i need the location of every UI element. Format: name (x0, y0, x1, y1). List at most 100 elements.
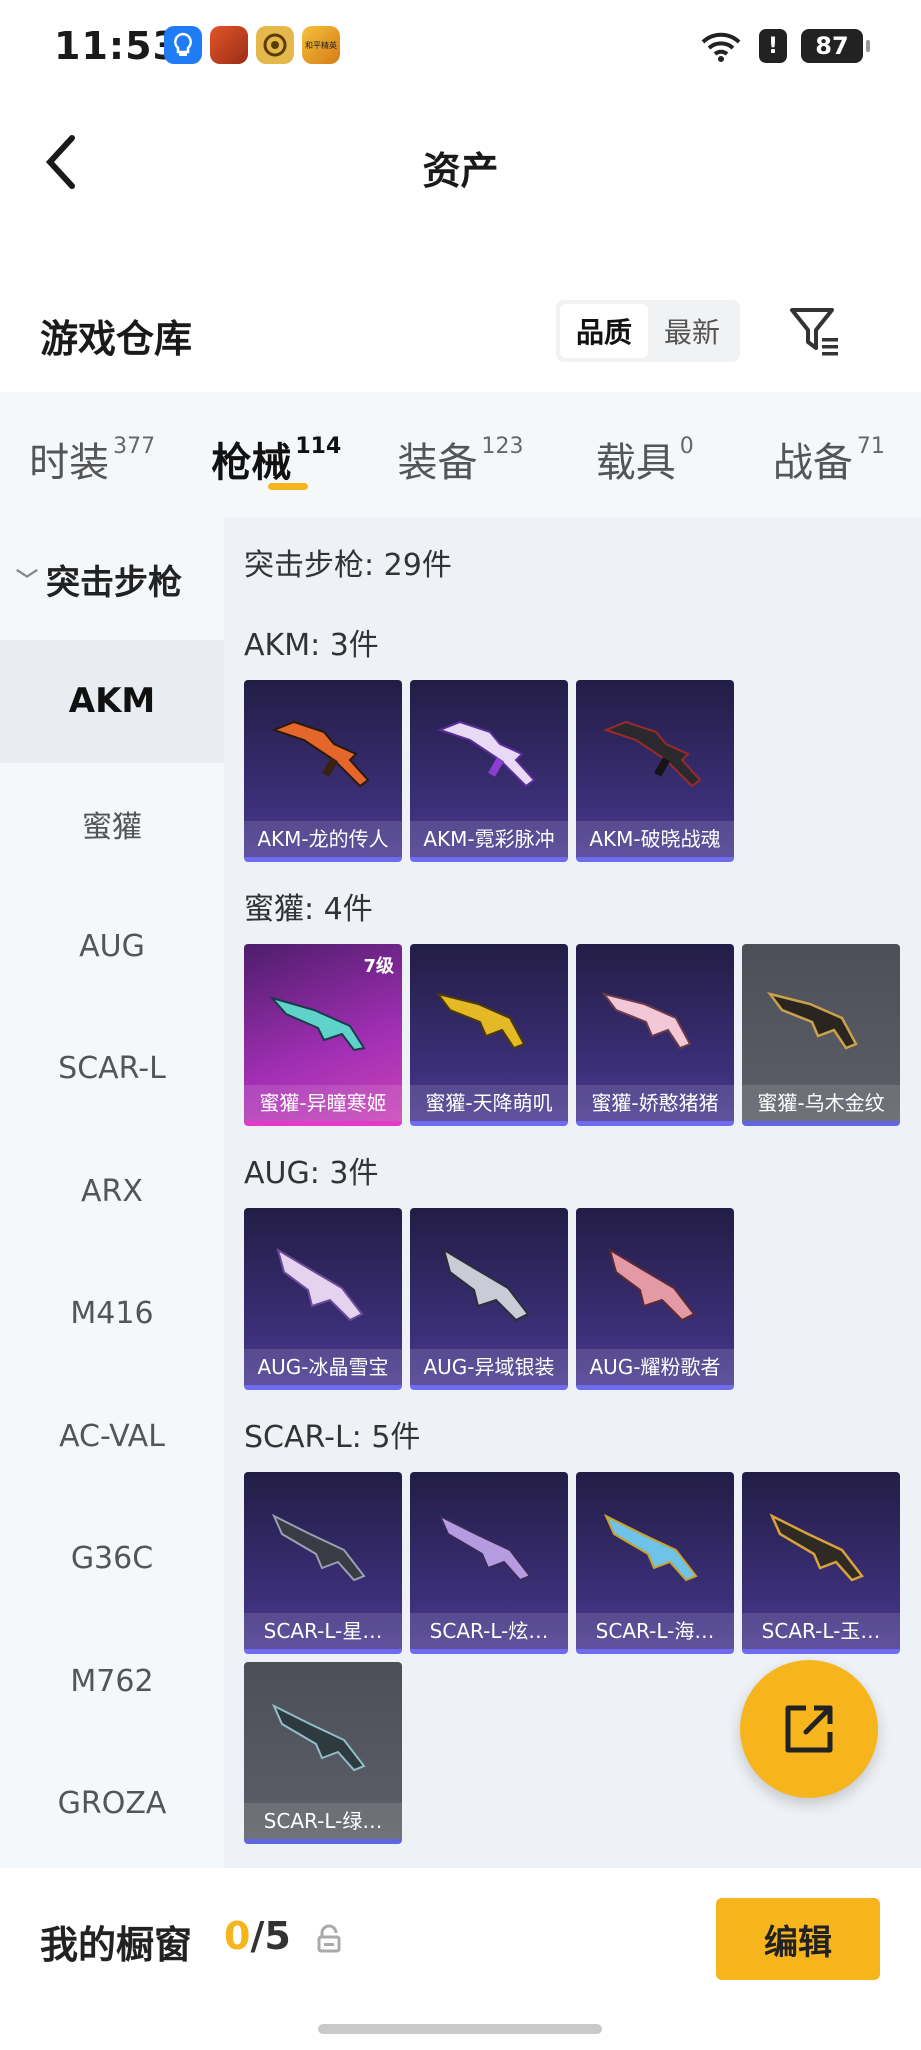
skin-name: SCAR-L-星… (244, 1613, 402, 1649)
share-icon (785, 1705, 833, 1753)
rifle-icon (271, 1513, 366, 1582)
rifle-icon (435, 992, 526, 1050)
tab-equipment[interactable]: 装备 123 (368, 392, 552, 518)
game-app-icon (210, 26, 248, 64)
sidebar-item-g36c[interactable]: G36C (0, 1498, 224, 1621)
tab-count: 377 (113, 434, 156, 459)
showcase-bar: 我的橱窗 0/5 编辑 (0, 1868, 921, 2050)
edit-button[interactable]: 编辑 (716, 1898, 880, 1980)
sort-option-latest[interactable]: 最新 (648, 304, 736, 358)
sidebar-item-akm[interactable]: AKM (0, 640, 224, 763)
sidebar-group-assault-rifle[interactable]: ﹀ 突击步枪 (0, 518, 224, 640)
skin-card[interactable]: SCAR-L-海… (576, 1472, 734, 1654)
tab-count: 0 (679, 434, 694, 459)
page-title: 资产 (422, 149, 499, 193)
sidebar-item-scar-l[interactable]: SCAR-L (0, 1008, 224, 1131)
tab-label: 战备 (772, 440, 853, 486)
tab-label: 装备 (397, 440, 478, 486)
tab-label: 载具 (595, 440, 676, 486)
skin-card[interactable]: 7级 蜜獾-异瞳寒姬 (244, 944, 402, 1126)
skin-card[interactable]: AKM-霓彩脉冲 (410, 680, 568, 862)
skin-card[interactable]: 蜜獾-乌木金纹 (742, 944, 900, 1126)
group-title: 蜜獾: 4件 (244, 892, 373, 927)
tab-label: 枪械 (211, 440, 292, 486)
notification-app-icons: 和平精英 (164, 26, 340, 64)
status-indicators: ! 87 (697, 28, 870, 64)
rifle-icon (603, 720, 702, 788)
category-tabs: 时装 377 枪械 114 装备 123 载具 0 战备 71 (0, 392, 921, 518)
skin-card[interactable]: AUG-冰晶雪宝 (244, 1208, 402, 1390)
tab-label: 时装 (29, 440, 110, 486)
filter-icon (790, 308, 838, 356)
warehouse-title: 游戏仓库 (40, 317, 193, 361)
sidebar-item-m416[interactable]: M416 (0, 1253, 224, 1376)
skin-name: 蜜獾-异瞳寒姬 (244, 1085, 402, 1121)
tab-count: 123 (481, 434, 524, 459)
showcase-count: 0/5 (224, 1914, 291, 1958)
wifi-icon (701, 32, 741, 62)
skin-card[interactable]: SCAR-L-炫… (410, 1472, 568, 1654)
showcase-label: 我的橱窗 (40, 1923, 193, 1967)
skin-name: AUG-异域银装 (410, 1349, 568, 1385)
skin-card[interactable]: AKM-破晓战魂 (576, 680, 734, 862)
header: 资产 (0, 96, 921, 236)
skin-card[interactable]: AKM-龙的传人 (244, 680, 402, 862)
group-title: AUG: 3件 (244, 1156, 379, 1191)
alert-icon: ! (759, 29, 787, 63)
peacekeeper-app-label: 和平精英 (305, 40, 337, 50)
group-title: AKM: 3件 (244, 628, 379, 663)
status-bar: 11:53 和平精英 ! 87 (0, 0, 921, 96)
rifle-icon (769, 1513, 864, 1582)
tab-gear[interactable]: 战备 71 (737, 392, 921, 518)
rifle-icon (437, 720, 536, 788)
sidebar-item-arx[interactable]: ARX (0, 1130, 224, 1253)
lock-icon (317, 1924, 341, 1953)
skin-card[interactable]: SCAR-L-星… (244, 1472, 402, 1654)
skin-name: SCAR-L-炫… (410, 1613, 568, 1649)
rifle-icon (269, 996, 366, 1052)
sidebar-item-honey-badger[interactable]: 蜜獾 (0, 763, 224, 886)
skin-name: AKM-破晓战魂 (576, 821, 734, 857)
target-app-icon (256, 26, 294, 64)
lightbulb-app-icon (164, 26, 202, 64)
battery-icon: 87 (801, 29, 870, 63)
skin-card[interactable]: SCAR-L-玉… (742, 1472, 900, 1654)
tab-vehicles[interactable]: 载具 0 (553, 392, 737, 518)
group-title: SCAR-L: 5件 (244, 1420, 421, 1455)
peacekeeper-app-icon: 和平精英 (302, 26, 340, 64)
rifle-icon (437, 1513, 532, 1582)
sort-option-quality[interactable]: 品质 (560, 304, 648, 358)
skin-name: 蜜獾-娇憨猪猪 (576, 1085, 734, 1121)
skin-card[interactable]: AUG-异域银装 (410, 1208, 568, 1390)
sidebar-item-aug[interactable]: AUG (0, 885, 224, 1008)
rifle-icon (603, 1513, 698, 1582)
rifle-icon (766, 991, 858, 1050)
share-button[interactable] (740, 1660, 878, 1798)
skin-name: SCAR-L-绿… (244, 1803, 402, 1839)
tab-count: 114 (295, 434, 342, 459)
skin-card[interactable]: AUG-耀粉歌者 (576, 1208, 734, 1390)
tab-fashion[interactable]: 时装 377 (0, 392, 184, 518)
showcase-current: 0 (224, 1914, 251, 1958)
status-time: 11:53 (54, 24, 180, 68)
sidebar-item-groza[interactable]: GROZA (0, 1743, 224, 1866)
sort-toggle: 品质 最新 (556, 300, 740, 362)
tab-weapons[interactable]: 枪械 114 (184, 392, 368, 518)
skin-name: SCAR-L-海… (576, 1613, 734, 1649)
skin-card[interactable]: 蜜獾-娇憨猪猪 (576, 944, 734, 1126)
skin-card[interactable]: SCAR-L-绿… (244, 1662, 402, 1844)
tab-count: 71 (856, 434, 885, 459)
rifle-icon (271, 1703, 366, 1772)
sidebar-item-ac-val[interactable]: AC-VAL (0, 1375, 224, 1498)
rifle-icon (601, 992, 692, 1050)
sidebar-group-label: 突击步枪 (46, 562, 183, 603)
skin-name: AKM-霓彩脉冲 (410, 821, 568, 857)
chevron-down-icon: ﹀ (16, 569, 39, 594)
weapon-sidebar: ﹀ 突击步枪 AKM 蜜獾 AUG SCAR-L ARX M416 AC-VAL… (0, 518, 224, 1868)
filter-button[interactable] (786, 302, 842, 358)
sidebar-item-m762[interactable]: M762 (0, 1620, 224, 1743)
skin-name: AUG-冰晶雪宝 (244, 1349, 402, 1385)
skin-card[interactable]: 蜜獾-天降萌叽 (410, 944, 568, 1126)
home-indicator[interactable] (318, 2024, 602, 2034)
skin-name: SCAR-L-玉… (742, 1613, 900, 1649)
